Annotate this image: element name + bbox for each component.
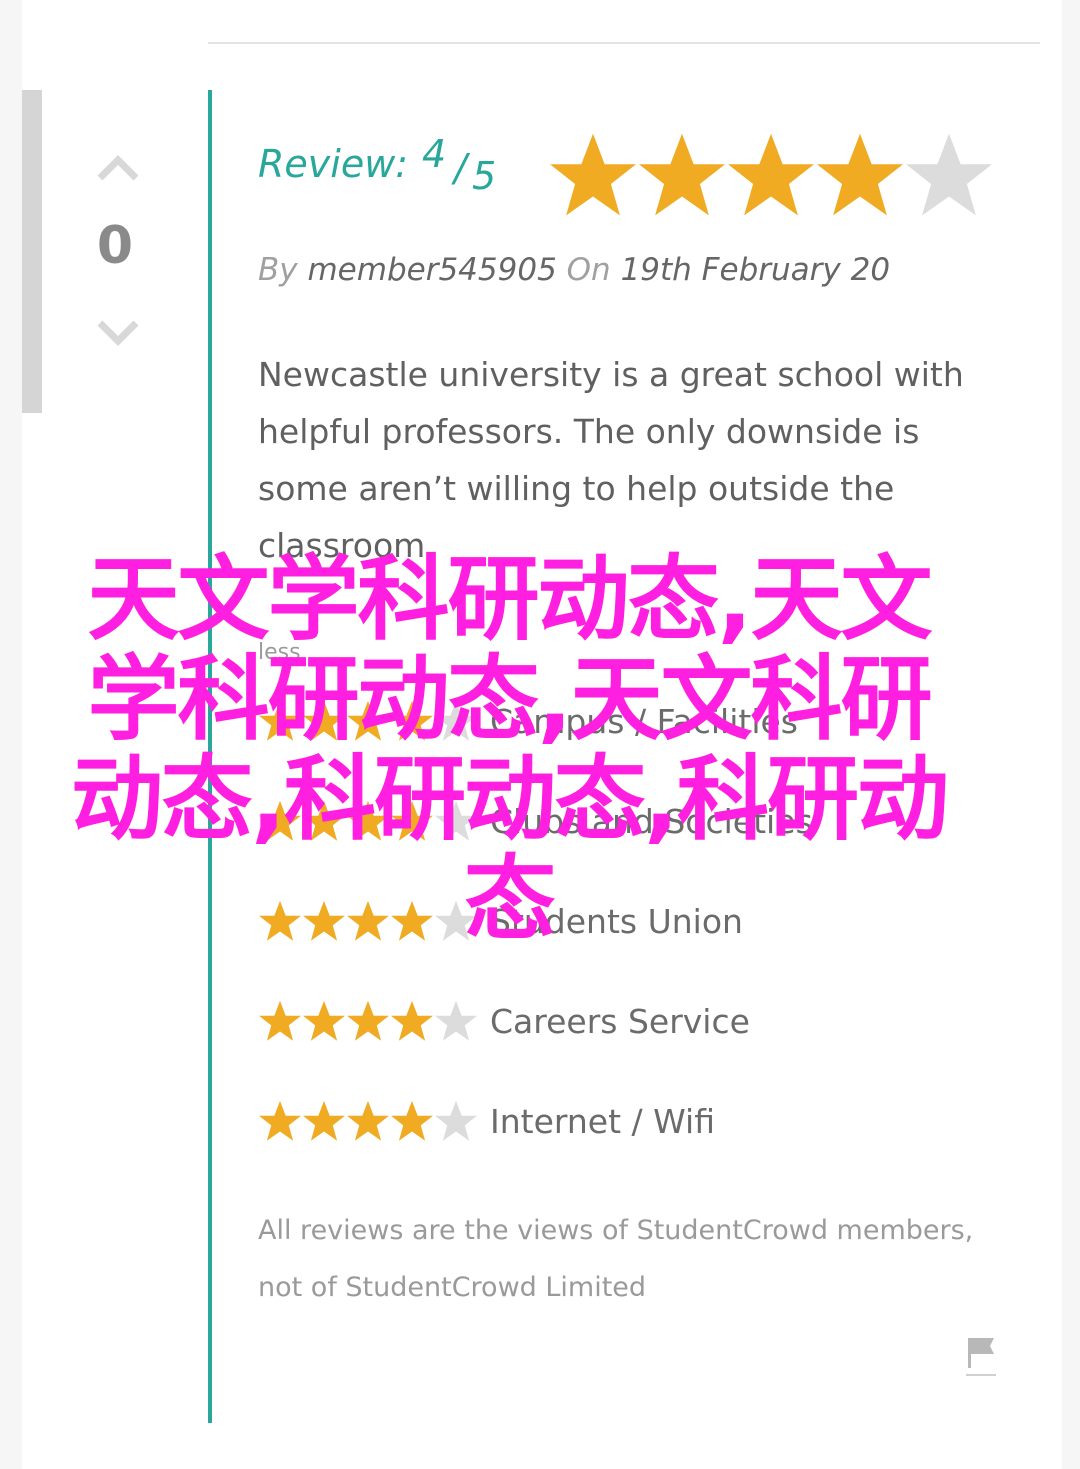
chevron-down-icon[interactable] bbox=[96, 315, 139, 351]
star-empty-icon bbox=[435, 1000, 477, 1041]
review-date: 19th February 20 bbox=[620, 252, 891, 288]
review-max: 5 bbox=[472, 154, 497, 198]
row-star-rating bbox=[258, 1100, 478, 1142]
star-filled-icon bbox=[347, 1100, 389, 1141]
watermark-overlay: 天文学科研动态,天文学科研动态,天文科研动态,科研动态,科研动态 bbox=[71, 546, 949, 953]
by-label: By bbox=[258, 252, 298, 288]
vote-count: 0 bbox=[96, 216, 134, 276]
star-filled-icon bbox=[817, 133, 903, 216]
rating-label: Careers Service bbox=[490, 1002, 750, 1041]
vote-bar bbox=[22, 90, 42, 413]
on-label: On bbox=[566, 252, 611, 288]
star-filled-icon bbox=[347, 1000, 389, 1041]
star-empty-icon bbox=[435, 1100, 477, 1141]
star-filled-icon bbox=[391, 1000, 433, 1041]
star-filled-icon bbox=[259, 1100, 301, 1141]
author-name[interactable]: member545905 bbox=[307, 252, 556, 288]
divider bbox=[208, 42, 1040, 44]
row-star-rating bbox=[258, 1000, 478, 1042]
disclaimer: All reviews are the views of StudentCrow… bbox=[258, 1215, 974, 1303]
star-filled-icon bbox=[303, 1100, 345, 1141]
star-filled-icon bbox=[259, 1000, 301, 1041]
star-filled-icon bbox=[391, 1100, 433, 1141]
star-filled-icon bbox=[550, 133, 636, 216]
chevron-up-icon[interactable] bbox=[96, 150, 139, 186]
byline: By member545905 On 19th February 20 bbox=[258, 252, 890, 288]
star-filled-icon bbox=[728, 133, 814, 216]
review-body: Newcastle university is a great school w… bbox=[258, 355, 964, 565]
review-label: Review: bbox=[258, 142, 409, 186]
review-score: 4 bbox=[422, 132, 447, 176]
overall-star-rating bbox=[548, 132, 993, 218]
review-slash: / bbox=[454, 146, 467, 190]
star-filled-icon bbox=[303, 1000, 345, 1041]
rating-label: Internet / Wifi bbox=[490, 1102, 715, 1141]
star-filled-icon bbox=[639, 133, 725, 216]
star-empty-icon bbox=[906, 133, 992, 216]
flag-icon[interactable] bbox=[966, 1334, 996, 1378]
